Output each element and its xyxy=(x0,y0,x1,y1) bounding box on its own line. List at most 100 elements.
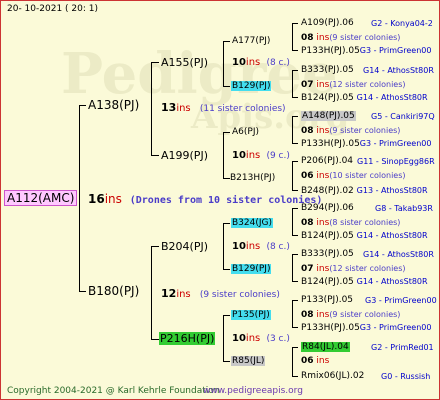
gen4-mother[interactable]: B124(PJ).05 G14 - AthosSt80R xyxy=(301,275,428,289)
gen4-mother[interactable]: B248(PJ).02 G13 - AthosSt80R xyxy=(301,184,428,198)
gen4-info: 08 ins(9 sister colonies) xyxy=(301,33,401,43)
tree-line xyxy=(151,62,159,63)
gen3-queen[interactable]: B324(JG) xyxy=(231,217,274,230)
tree-line xyxy=(223,132,230,133)
gen3-queen[interactable]: B129(PJ) xyxy=(231,263,272,276)
gen4-father[interactable]: A109(PJ).06 xyxy=(301,17,354,30)
tree-line xyxy=(292,161,293,190)
gen2-queen[interactable]: P216H(PJ) xyxy=(159,332,216,345)
tree-line xyxy=(79,291,86,292)
tree-line xyxy=(151,339,159,340)
gen4-mother[interactable]: P133H(PJ).05G3 - PrimGreen00 xyxy=(301,321,431,335)
tree-line xyxy=(292,254,298,255)
root-drones-info: 16ins (Drones from 10 sister colonies) xyxy=(88,192,323,207)
pedigree-canvas: Pedigree Apis.org 20- 10-2021 ( 20: 1) A… xyxy=(0,0,440,400)
gen4-father[interactable]: B333(PJ).05 xyxy=(301,64,354,77)
gen2-queen[interactable]: A199(PJ) xyxy=(161,149,208,162)
tree-line xyxy=(292,143,298,144)
gen4-ref: G5 - Cankiri97Q xyxy=(371,112,435,121)
gen2-info: 10ins (8 c.) xyxy=(232,57,290,68)
gen3-queen[interactable]: P135(PJ) xyxy=(231,309,271,322)
gen3-queen[interactable]: B129(PJ) xyxy=(231,80,272,93)
gen3-queen[interactable]: A177(PJ) xyxy=(232,35,270,48)
tree-line xyxy=(292,281,298,282)
tree-line xyxy=(292,327,298,328)
gen2-info: 10ins (9 c.) xyxy=(232,150,290,161)
tree-line xyxy=(292,50,298,51)
gen4-info: 06 ins xyxy=(301,356,330,366)
tree-line xyxy=(151,246,152,339)
gen2-queen[interactable]: A155(PJ) xyxy=(161,56,208,69)
tree-line xyxy=(223,315,230,316)
tree-line xyxy=(292,376,298,377)
tree-line xyxy=(292,300,298,301)
tree-line xyxy=(292,70,298,71)
gen4-mother[interactable]: B124(PJ).05 G14 - AthosSt80R xyxy=(301,91,428,105)
tree-line xyxy=(292,116,298,117)
gen1-top-info: 13ins (11 sister colonies) xyxy=(161,101,286,114)
tree-line xyxy=(292,347,298,348)
gen4-ref: G0 - Russish xyxy=(381,372,431,381)
tree-line xyxy=(292,23,293,50)
tree-line xyxy=(292,347,293,376)
tree-line xyxy=(292,97,298,98)
gen4-father[interactable]: P206(PJ).04 xyxy=(301,155,353,168)
tree-line xyxy=(292,190,298,191)
tree-line xyxy=(292,235,298,236)
tree-line xyxy=(292,161,298,162)
footer-url[interactable]: www.pedigreeapis.org xyxy=(203,385,303,398)
tree-line xyxy=(151,62,152,155)
gen1-top-queen[interactable]: A138(PJ) xyxy=(88,99,139,112)
tree-line xyxy=(151,155,159,156)
gen4-ref: G8 - Takab93R xyxy=(375,204,433,213)
gen4-father[interactable]: B333(PJ).05 xyxy=(301,248,354,261)
gen4-father[interactable]: P133(PJ).05 xyxy=(301,294,353,307)
tree-line xyxy=(292,23,298,24)
tree-line xyxy=(223,315,224,361)
tree-line xyxy=(223,86,230,87)
tree-line xyxy=(223,269,230,270)
gen3-queen[interactable]: B213H(PJ) xyxy=(230,172,275,185)
gen2-info: 10ins (3 c.) xyxy=(232,333,290,344)
gen4-ref: G14 - AthosSt80R xyxy=(363,250,434,259)
gen4-father[interactable]: B294(PJ).06 xyxy=(301,202,354,215)
gen4-ref: G14 - AthosSt80R xyxy=(363,66,434,75)
gen4-ref: G2 - PrimRed01 xyxy=(371,343,434,352)
gen4-ref: G2 - Konya04-2 xyxy=(371,19,433,28)
gen4-info: 07 ins(12 sister colonies) xyxy=(301,264,406,274)
gen3-queen[interactable]: R85(JL) xyxy=(231,355,266,368)
gen4-mother[interactable]: Rmix06(JL).02 xyxy=(301,370,364,383)
tree-line xyxy=(79,105,80,291)
gen4-info: 07 ins(12 sister colonies) xyxy=(301,80,406,90)
tree-line xyxy=(223,41,230,42)
gen4-ref: G11 - SinopEgg86R xyxy=(357,157,435,166)
tree-line xyxy=(223,132,224,178)
tree-line xyxy=(292,208,293,235)
tree-line xyxy=(223,223,224,269)
gen1-bottom-queen[interactable]: B180(PJ) xyxy=(88,285,139,298)
tree-line xyxy=(223,223,230,224)
gen4-father[interactable]: R84(JL).04 xyxy=(301,341,350,354)
gen4-mother[interactable]: P133H(PJ).05G3 - PrimGreen00 xyxy=(301,44,431,58)
gen4-ref: G3 - PrimGreen00 xyxy=(365,296,437,305)
gen4-mother[interactable]: P133H(PJ).05G3 - PrimGreen00 xyxy=(301,137,431,151)
root-queen[interactable]: A112(AMC) xyxy=(4,190,78,206)
gen3-queen[interactable]: A6(PJ) xyxy=(232,126,259,139)
tree-line xyxy=(292,116,293,143)
gen4-mother[interactable]: B124(PJ).05 G14 - AthosSt80R xyxy=(301,229,428,243)
tree-line xyxy=(292,70,293,97)
gen2-queen[interactable]: B204(PJ) xyxy=(161,240,208,253)
gen1-bottom-info: 12ins (9 sister colonies) xyxy=(161,287,280,300)
tree-line xyxy=(292,300,293,327)
tree-line xyxy=(223,178,230,179)
gen2-info: 10ins (8 c.) xyxy=(232,241,290,252)
tree-line xyxy=(223,361,230,362)
gen4-info: 08 ins(8 sister colonies) xyxy=(301,218,401,228)
tree-line xyxy=(79,105,86,106)
gen4-info: 08 ins(9 sister colonies) xyxy=(301,126,401,136)
report-date: 20- 10-2021 ( 20: 1) xyxy=(7,4,98,14)
tree-line xyxy=(151,246,159,247)
gen4-father[interactable]: A148(PJ).05 xyxy=(301,110,356,123)
tree-line xyxy=(292,254,293,281)
gen4-info: 06 ins(10 sister colonies) xyxy=(301,171,406,181)
